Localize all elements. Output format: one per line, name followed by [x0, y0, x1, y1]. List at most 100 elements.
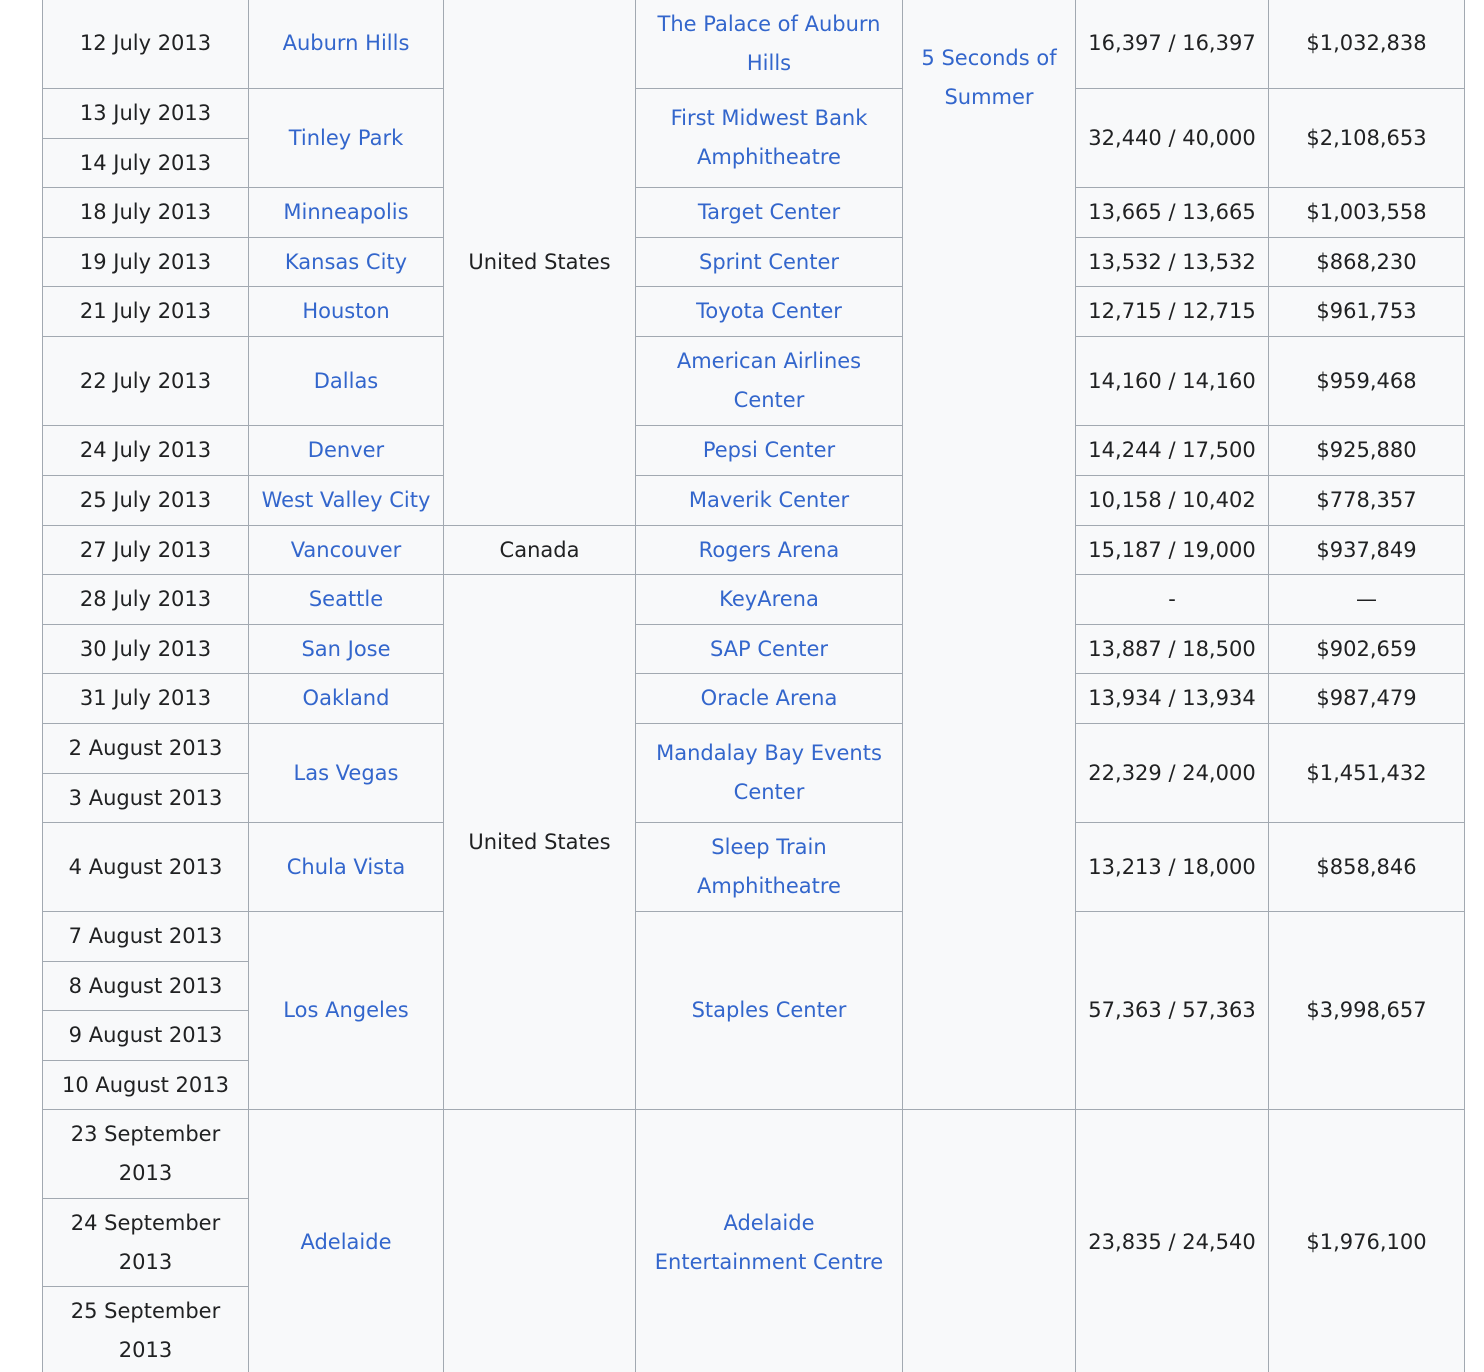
venue-link[interactable]: Staples Center [635, 911, 903, 1110]
attendance-cell: 23,835 / 24,540 [1075, 1109, 1269, 1372]
date-cell: 25 September 2013 [42, 1286, 249, 1372]
opening-act-link[interactable]: 5 Seconds of Summer [902, 0, 1076, 1110]
date-cell: 12 July 2013 [42, 0, 249, 89]
venue-link[interactable]: SAP Center [635, 624, 903, 674]
table-row: 2 August 2013 Las Vegas Mandalay Bay Eve… [42, 723, 1465, 823]
city-link[interactable]: Minneapolis [248, 187, 444, 238]
date-cell: 7 August 2013 [42, 911, 249, 962]
attendance-cell: 13,665 / 13,665 [1075, 187, 1269, 238]
city-link[interactable]: Denver [248, 425, 444, 476]
venue-link[interactable]: Sleep Train Amphitheatre [635, 822, 903, 912]
date-cell: 25 July 2013 [42, 475, 249, 526]
attendance-cell: 22,329 / 24,000 [1075, 723, 1269, 823]
date-cell: 22 July 2013 [42, 336, 249, 426]
attendance-cell: - [1075, 574, 1269, 625]
date-cell: 31 July 2013 [42, 673, 249, 724]
date-cell: 24 September 2013 [42, 1198, 249, 1287]
city-link[interactable]: San Jose [248, 624, 444, 674]
city-link[interactable]: Oakland [248, 673, 444, 724]
tour-dates-table-viewport: 12 July 2013 Auburn Hills United States … [0, 0, 1484, 1372]
venue-link[interactable]: The Palace of Auburn Hills [635, 0, 903, 89]
attendance-cell: 13,934 / 13,934 [1075, 673, 1269, 724]
table-row: 22 July 2013 Dallas American Airlines Ce… [42, 336, 1465, 426]
date-cell: 28 July 2013 [42, 574, 249, 625]
revenue-cell: $902,659 [1268, 624, 1465, 674]
country-cell: United States [443, 574, 636, 1110]
table-row: 13 July 2013 Tinley Park First Midwest B… [42, 88, 1465, 188]
venue-link[interactable]: Rogers Arena [635, 525, 903, 575]
table-row: 31 July 2013 Oakland Oracle Arena 13,934… [42, 673, 1465, 724]
venue-link[interactable]: Target Center [635, 187, 903, 238]
attendance-cell: 15,187 / 19,000 [1075, 525, 1269, 575]
date-cell: 18 July 2013 [42, 187, 249, 238]
date-cell: 23 September 2013 [42, 1109, 249, 1199]
table-row: 21 July 2013 Houston Toyota Center 12,71… [42, 286, 1465, 337]
revenue-cell: $1,976,100 [1268, 1109, 1465, 1372]
table-row: 23 September 2013 Adelaide Adelaide Ente… [42, 1109, 1465, 1372]
revenue-cell: — [1268, 574, 1465, 625]
city-link[interactable]: Kansas City [248, 237, 444, 287]
table-row: 19 July 2013 Kansas City Sprint Center 1… [42, 237, 1465, 287]
attendance-cell: 32,440 / 40,000 [1075, 88, 1269, 188]
city-link[interactable]: Vancouver [248, 525, 444, 575]
date-cell: 27 July 2013 [42, 525, 249, 575]
revenue-cell: $3,998,657 [1268, 911, 1465, 1110]
table-row: 18 July 2013 Minneapolis Target Center 1… [42, 187, 1465, 238]
country-cell: Canada [443, 525, 636, 575]
attendance-cell: 57,363 / 57,363 [1075, 911, 1269, 1110]
table-row: 30 July 2013 San Jose SAP Center 13,887 … [42, 624, 1465, 674]
city-link[interactable]: Dallas [248, 336, 444, 426]
city-link[interactable]: Las Vegas [248, 723, 444, 823]
date-cell: 4 August 2013 [42, 822, 249, 912]
revenue-cell: $778,357 [1268, 475, 1465, 526]
venue-link[interactable]: Toyota Center [635, 286, 903, 337]
venue-link[interactable]: Oracle Arena [635, 673, 903, 724]
city-link[interactable]: Houston [248, 286, 444, 337]
city-link[interactable]: Adelaide [248, 1109, 444, 1372]
revenue-cell: $937,849 [1268, 525, 1465, 575]
country-cell: United States [443, 0, 636, 526]
venue-link[interactable]: KeyArena [635, 574, 903, 625]
table-row: 4 August 2013 Chula Vista Sleep Train Am… [42, 822, 1465, 912]
city-link[interactable]: West Valley City [248, 475, 444, 526]
venue-link[interactable]: Pepsi Center [635, 425, 903, 476]
opening-act-link[interactable] [902, 1109, 1076, 1372]
venue-link[interactable]: Adelaide Entertainment Centre [635, 1109, 903, 1372]
venue-link[interactable]: Mandalay Bay Events Center [635, 723, 903, 823]
city-link[interactable]: Tinley Park [248, 88, 444, 188]
revenue-cell: $925,880 [1268, 425, 1465, 476]
table-row: 24 July 2013 Denver Pepsi Center 14,244 … [42, 425, 1465, 476]
city-link[interactable]: Seattle [248, 574, 444, 625]
city-link[interactable]: Auburn Hills [248, 0, 444, 89]
venue-link[interactable]: First Midwest Bank Amphitheatre [635, 88, 903, 188]
venue-link[interactable]: American Airlines Center [635, 336, 903, 426]
revenue-cell: $858,846 [1268, 822, 1465, 912]
date-cell: 2 August 2013 [42, 723, 249, 774]
date-cell: 13 July 2013 [42, 88, 249, 139]
attendance-cell: 14,244 / 17,500 [1075, 425, 1269, 476]
table-row: 12 July 2013 Auburn Hills United States … [42, 0, 1465, 1110]
revenue-cell: $1,003,558 [1268, 187, 1465, 238]
table-row: 7 August 2013 Los Angeles Staples Center… [42, 911, 1465, 1110]
attendance-cell: 12,715 / 12,715 [1075, 286, 1269, 337]
city-link[interactable]: Los Angeles [248, 911, 444, 1110]
revenue-cell: $868,230 [1268, 237, 1465, 287]
venue-link[interactable]: Maverik Center [635, 475, 903, 526]
venue-link[interactable]: Sprint Center [635, 237, 903, 287]
attendance-cell: 10,158 / 10,402 [1075, 475, 1269, 526]
revenue-cell: $961,753 [1268, 286, 1465, 337]
date-cell: 9 August 2013 [42, 1010, 249, 1061]
table-row: 28 July 2013 Seattle United States KeyAr… [42, 574, 1465, 1110]
country-cell [443, 1109, 636, 1372]
date-cell: 19 July 2013 [42, 237, 249, 287]
date-cell: 21 July 2013 [42, 286, 249, 337]
revenue-cell: $1,451,432 [1268, 723, 1465, 823]
date-cell: 3 August 2013 [42, 773, 249, 823]
revenue-cell: $2,108,653 [1268, 88, 1465, 188]
city-link[interactable]: Chula Vista [248, 822, 444, 912]
date-cell: 30 July 2013 [42, 624, 249, 674]
date-cell: 8 August 2013 [42, 961, 249, 1011]
date-cell: 10 August 2013 [42, 1060, 249, 1110]
tour-dates-table: 12 July 2013 Auburn Hills United States … [42, 0, 1465, 1372]
revenue-cell: $987,479 [1268, 673, 1465, 724]
